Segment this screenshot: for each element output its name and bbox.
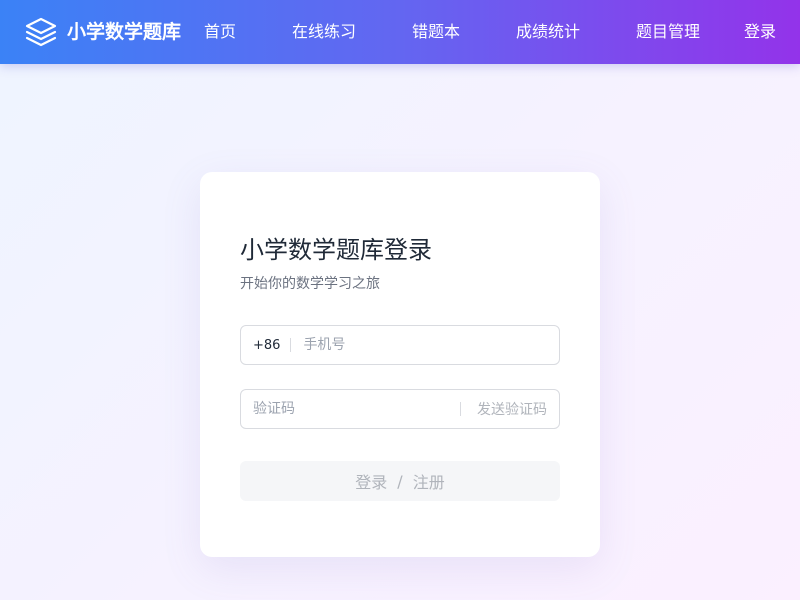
nav-item-online-practice[interactable]: 在线练习 (292, 0, 356, 64)
verification-code-input[interactable] (253, 390, 452, 428)
code-divider (460, 402, 461, 416)
nav-item-question-management[interactable]: 题目管理 (636, 0, 700, 64)
nav-item-home[interactable]: 首页 (204, 0, 236, 64)
prefix-divider (290, 338, 292, 352)
login-title: 小学数学题库登录 (240, 236, 432, 264)
top-navbar: 小学数学题库 首页 在线练习 错题本 成绩统计 题目管理 登录 (0, 0, 800, 64)
submit-separator: / (397, 471, 403, 491)
brand[interactable]: 小学数学题库 (24, 16, 181, 48)
phone-input[interactable] (303, 326, 559, 364)
layers-icon (24, 16, 58, 48)
brand-name: 小学数学题库 (67, 21, 182, 43)
login-card: 小学数学题库登录 开始你的数学学习之旅 +86 发送验证码 登录 / 注册 (200, 172, 600, 557)
nav-login-link[interactable]: 登录 (744, 0, 776, 64)
phone-field: +86 (240, 325, 560, 365)
nav-item-mistake-book[interactable]: 错题本 (412, 0, 460, 64)
nav-item-score-stats[interactable]: 成绩统计 (516, 0, 580, 64)
verification-code-field: 发送验证码 (240, 389, 560, 429)
register-label: 注册 (412, 473, 445, 492)
login-label: 登录 (355, 473, 388, 492)
country-code-prefix[interactable]: +86 (253, 338, 280, 353)
send-code-button[interactable]: 发送验证码 (477, 399, 547, 419)
login-register-button[interactable]: 登录 / 注册 (240, 461, 560, 501)
login-subtitle: 开始你的数学学习之旅 (240, 276, 380, 292)
